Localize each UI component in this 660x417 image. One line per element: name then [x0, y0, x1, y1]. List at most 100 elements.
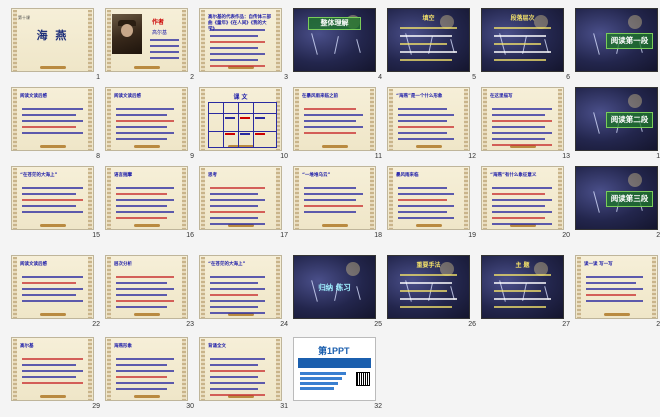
- text-line: [300, 372, 346, 375]
- slide-text: 在暴风雨来临之前: [302, 94, 338, 99]
- table-cell-text: [240, 117, 250, 119]
- slide-thumbnail[interactable]: 作者 高尔基: [105, 8, 188, 72]
- slide-thumbnail[interactable]: 思考: [199, 166, 282, 230]
- decorative-ornament: [416, 224, 442, 227]
- decorative-ornament: [134, 313, 160, 316]
- decorative-ornament: [322, 145, 348, 148]
- text-line: [22, 276, 83, 278]
- table-cell-text: [225, 133, 235, 135]
- decorative-ornament: [40, 145, 66, 148]
- text-line: [210, 376, 258, 378]
- slide-thumbnail[interactable]: 主 题: [481, 255, 564, 319]
- text-line: [116, 108, 174, 110]
- slide-thumbnail[interactable]: 阅读文读后感: [105, 87, 188, 151]
- slide-thumbnail[interactable]: 阅读第三段: [575, 166, 658, 230]
- slide-cell: 整体理解 4: [290, 6, 384, 88]
- slide-number: 32: [374, 403, 382, 410]
- text-line: [304, 114, 363, 116]
- text-line: [116, 364, 167, 366]
- slide-thumbnail[interactable]: 在暴风雨来临之前: [293, 87, 376, 151]
- slide-number: 26: [468, 321, 476, 328]
- decorative-ornament: [134, 224, 160, 227]
- text-line: [400, 298, 457, 300]
- slide-text: “在苍茫的大海上”: [208, 262, 246, 267]
- text-line: [116, 276, 174, 278]
- table-divider: [223, 103, 224, 147]
- slide-thumbnail[interactable]: 高尔基: [11, 337, 94, 401]
- slide-title: 阅读第一段: [606, 33, 653, 49]
- text-line: [116, 300, 174, 302]
- slide-number: 11: [374, 153, 382, 160]
- decorative-border: [107, 257, 111, 318]
- slide-thumbnail[interactable]: 重要手法: [387, 255, 470, 319]
- slide-thumbnail[interactable]: “在苍茫的大海上”: [11, 166, 94, 230]
- slide-thumbnail[interactable]: 整体理解: [293, 8, 376, 72]
- text-line: [210, 294, 258, 296]
- slide-text: 思考: [208, 173, 217, 178]
- slide-thumbnail[interactable]: 海燕形象: [105, 337, 188, 401]
- text-line: [116, 282, 167, 284]
- text-line: [210, 288, 265, 290]
- decorative-border: [201, 257, 205, 318]
- text-line: [398, 199, 447, 201]
- slide-title: 归纳 练习: [318, 283, 351, 292]
- slide-thumbnail[interactable]: 第十课海 燕: [11, 8, 94, 72]
- decorative-border: [201, 168, 205, 229]
- text-line: [116, 205, 167, 207]
- slide-thumbnail[interactable]: 填空: [387, 8, 470, 72]
- slide-number: 19: [468, 232, 476, 239]
- face-shape: [121, 24, 133, 37]
- slide-cell: “一堆堆乌云” 18: [290, 164, 384, 246]
- text-line: [22, 126, 76, 128]
- slide-thumbnail[interactable]: 读一读 写一写: [575, 255, 658, 319]
- text-line: [116, 193, 167, 195]
- text-line: [22, 120, 83, 122]
- slide-thumbnail[interactable]: 暴风雨来临: [387, 166, 470, 230]
- slide-thumbnail[interactable]: 阅读第二段: [575, 87, 658, 151]
- decorative-border: [107, 10, 111, 71]
- text-line: [492, 187, 552, 189]
- text-line: [210, 312, 265, 314]
- slide-cell: 第1PPT 32: [290, 335, 384, 417]
- decorative-border: [88, 89, 92, 150]
- text-line: [210, 382, 265, 384]
- text-line: [210, 358, 265, 360]
- slide-text: 暴风雨来临: [396, 173, 419, 178]
- slide-number: 3: [284, 74, 288, 81]
- text-line: [304, 193, 363, 195]
- text-line: [210, 193, 258, 195]
- text-line: [398, 132, 447, 134]
- slide-thumbnail[interactable]: 阅读第一段: [575, 8, 658, 72]
- text-line: [586, 300, 643, 302]
- decorative-border: [295, 89, 299, 150]
- slide-thumbnail[interactable]: “海燕”是一个什么形象: [387, 87, 470, 151]
- slide-thumbnail[interactable]: 高尔基的代表作品：自传体三部曲《童年》《在人间》《我的大学》: [199, 8, 282, 72]
- decorative-ornament: [134, 66, 160, 69]
- text-line: [398, 187, 447, 189]
- slide-number: 2: [190, 74, 194, 81]
- slide-thumbnail[interactable]: 段落层次: [481, 8, 564, 72]
- decorative-border: [13, 339, 17, 400]
- slide-thumbnail[interactable]: 归纳 练习: [293, 255, 376, 319]
- slide-thumbnail[interactable]: 阅读文读后感: [11, 255, 94, 319]
- slide-thumbnail[interactable]: 第1PPT: [293, 337, 376, 401]
- slide-thumbnail[interactable]: 语言揣摩: [105, 166, 188, 230]
- slide-thumbnail[interactable]: “一堆堆乌云”: [293, 166, 376, 230]
- slide-thumbnail[interactable]: 背诵全文: [199, 337, 282, 401]
- text-line: [398, 120, 447, 122]
- text-line: [210, 282, 258, 284]
- text-line: [22, 288, 83, 290]
- text-line: [150, 57, 179, 59]
- slide-thumbnail[interactable]: “海燕”有什么象征意义: [481, 166, 564, 230]
- slide-thumbnail[interactable]: 层次分析: [105, 255, 188, 319]
- slide-number: 1: [96, 74, 100, 81]
- slide-thumbnail[interactable]: 在这里描写: [481, 87, 564, 151]
- slide-thumbnail[interactable]: “在苍茫的大海上”: [199, 255, 282, 319]
- slide-thumbnail[interactable]: 课 文: [199, 87, 282, 151]
- slide-thumbnail[interactable]: 阅读文读后感: [11, 87, 94, 151]
- text-line: [116, 217, 167, 219]
- text-line: [22, 199, 83, 201]
- slide-cell: “在苍茫的大海上” 15: [8, 164, 102, 246]
- table-divider: [253, 103, 254, 147]
- text-line: [304, 205, 363, 207]
